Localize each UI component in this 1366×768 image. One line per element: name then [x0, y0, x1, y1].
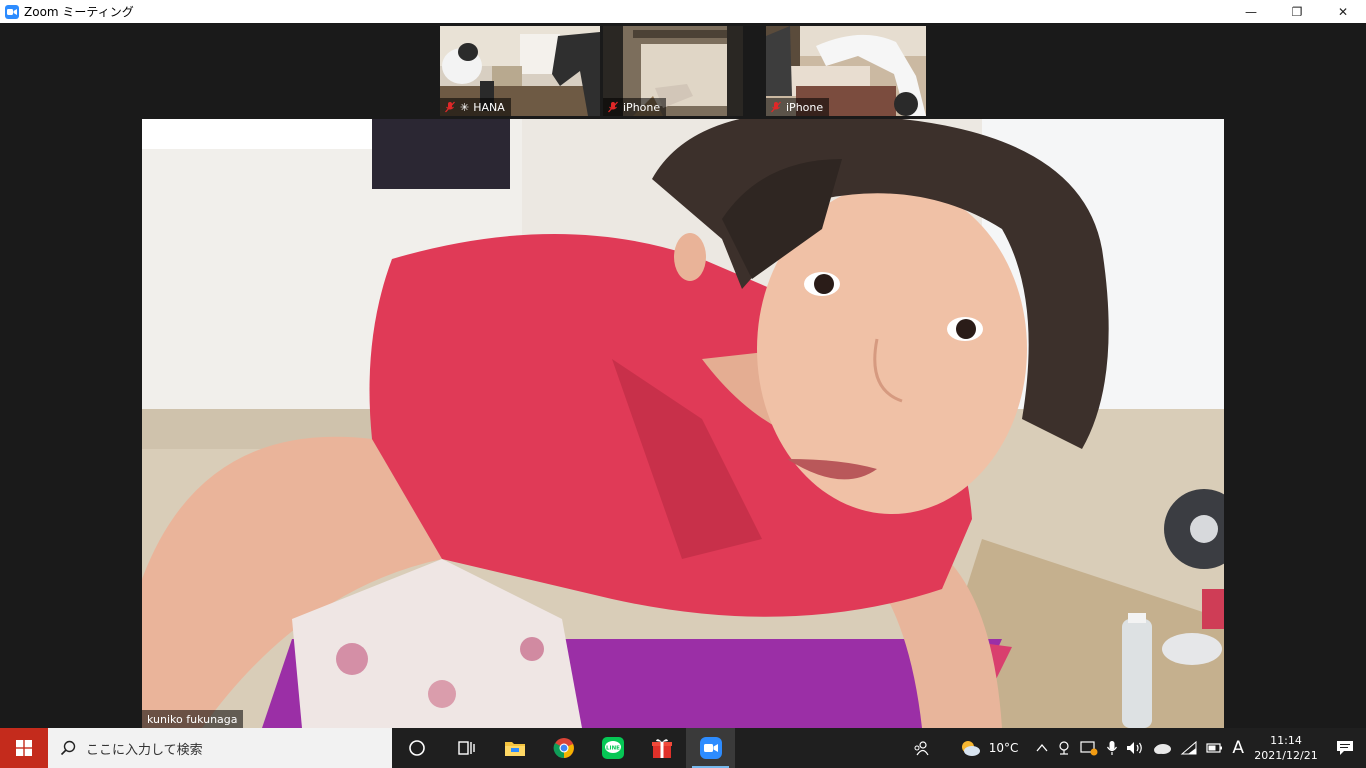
participant-label: iPhone	[603, 98, 667, 116]
line-icon: LINE	[601, 737, 624, 759]
participant-name: iPhone	[786, 100, 824, 114]
monitor-warning-icon	[1080, 741, 1098, 756]
participant-label: ✳ HANA	[440, 98, 511, 116]
cortana-circle-icon	[408, 740, 425, 756]
participant-label: iPhone	[766, 98, 830, 116]
active-speaker-video[interactable]: kuniko fukunaga	[142, 119, 1224, 728]
cortana-button[interactable]	[392, 728, 441, 768]
close-button[interactable]: ✕	[1320, 0, 1366, 23]
windows-taskbar: ここに入力して検索 LINE 10°C A 11:14 2021/12/21	[0, 728, 1366, 768]
chrome-icon	[553, 738, 574, 759]
speaker-volume-icon	[1127, 742, 1143, 754]
volume-button[interactable]	[1122, 728, 1148, 768]
action-center-button[interactable]	[1324, 728, 1366, 768]
spotlight-icon: ✳	[460, 100, 470, 114]
people-button[interactable]	[909, 728, 933, 768]
wifi-button[interactable]	[1176, 728, 1202, 768]
search-placeholder: ここに入力して検索	[86, 742, 203, 758]
battery-charging-icon	[1206, 743, 1223, 753]
zoom-app-icon	[5, 4, 19, 19]
notification-icon	[1337, 741, 1353, 755]
clock-date: 2021/12/21	[1254, 749, 1318, 762]
meet-now-button[interactable]	[1052, 728, 1076, 768]
zoom-icon	[699, 737, 722, 759]
onedrive-cloud-icon	[1154, 744, 1172, 754]
weather-widget[interactable]: 10°C	[955, 728, 1023, 768]
participant-thumbnail-iphone-2[interactable]: iPhone	[766, 26, 926, 116]
weather-temperature: 10°C	[988, 741, 1019, 755]
participant-thumbnail-iphone-1[interactable]: iPhone	[603, 26, 743, 116]
microphone-icon	[1107, 741, 1118, 755]
search-icon	[60, 740, 76, 756]
window-title: Zoom ミーティング	[24, 5, 134, 19]
restore-button[interactable]: ❐	[1274, 0, 1320, 23]
show-hidden-icons-button[interactable]	[1032, 728, 1052, 768]
minimize-button[interactable]: —	[1228, 0, 1274, 23]
battery-button[interactable]	[1202, 728, 1228, 768]
taskbar-search-box[interactable]: ここに入力して検索	[48, 728, 392, 768]
title-bar: Zoom ミーティング — ❐ ✕	[0, 0, 1366, 23]
security-tray-button[interactable]	[1076, 728, 1102, 768]
gift-app-button[interactable]	[637, 728, 686, 768]
mic-muted-icon	[770, 101, 782, 113]
participant-name: iPhone	[623, 100, 661, 114]
zoom-taskbar-button[interactable]	[686, 728, 735, 768]
task-view-button[interactable]	[441, 728, 490, 768]
microphone-tray-button[interactable]	[1102, 728, 1122, 768]
clock-time: 11:14	[1270, 734, 1302, 747]
participant-thumbnail-hana[interactable]: ✳ HANA	[440, 26, 600, 116]
weather-sun-cloud-icon	[961, 741, 980, 756]
system-tray: 10°C A 11:14 2021/12/21	[909, 728, 1366, 768]
ime-mode-indicator[interactable]: A	[1228, 728, 1248, 768]
webcam-icon	[1059, 741, 1069, 755]
participant-name: HANA	[473, 100, 505, 114]
file-explorer-button[interactable]	[490, 728, 539, 768]
line-app-button[interactable]: LINE	[588, 728, 637, 768]
wifi-signal-icon	[1181, 740, 1197, 755]
task-view-icon	[457, 741, 475, 755]
mic-muted-icon	[607, 101, 619, 113]
speaker-name-label: kuniko fukunaga	[142, 710, 243, 728]
chevron-up-icon	[1036, 743, 1048, 752]
file-explorer-icon	[504, 742, 525, 756]
mic-muted-icon	[444, 101, 456, 113]
meeting-area: ✳ HANA iPhone iPhone kuniko fukunaga	[0, 23, 1366, 728]
svg-text:LINE: LINE	[606, 746, 620, 752]
gift-icon	[651, 739, 672, 758]
people-icon	[914, 741, 929, 756]
windows-logo-icon	[16, 740, 32, 756]
start-button[interactable]	[0, 728, 48, 768]
speaker-video-frame	[142, 119, 1224, 728]
onedrive-button[interactable]	[1148, 728, 1176, 768]
chrome-button[interactable]	[539, 728, 588, 768]
taskbar-clock[interactable]: 11:14 2021/12/21	[1248, 733, 1324, 763]
